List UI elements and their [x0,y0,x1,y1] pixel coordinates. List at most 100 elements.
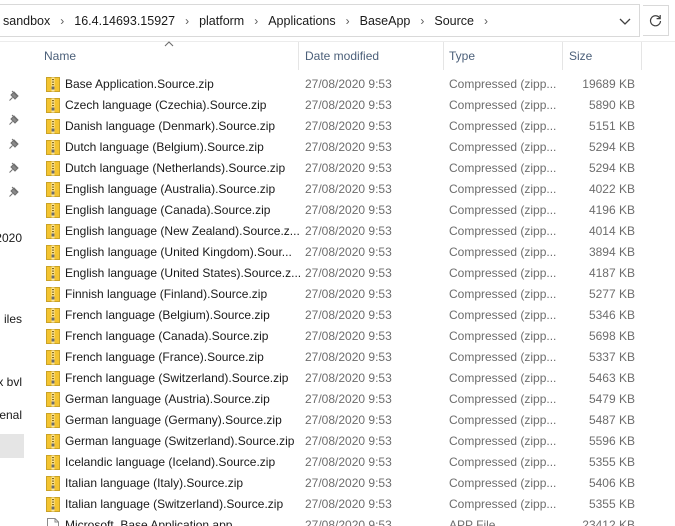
breadcrumb-item-applications[interactable]: Applications [265,14,338,28]
file-row[interactable]: Italian language (Italy).Source.zip 27/08… [44,473,644,494]
column-header-type[interactable]: Type [443,42,561,72]
file-row[interactable]: French language (Canada).Source.zip 27/08… [44,326,644,347]
file-type: Compressed (zipp... [449,497,557,511]
zip-folder-icon [46,392,60,407]
file-type: Compressed (zipp... [449,413,557,427]
file-row[interactable]: English language (Canada).Source.zip 27/0… [44,200,644,221]
file-date-modified: 27/08/2020 9:53 [305,413,392,427]
file-row[interactable]: French language (Switzerland).Source.zip… [44,368,644,389]
file-size: 4014 KB [588,224,635,238]
zip-folder-icon [46,119,60,134]
file-date-modified: 27/08/2020 9:53 [305,476,392,490]
file-date-modified: 27/08/2020 9:53 [305,98,392,112]
file-row[interactable]: Microsoft_Base Application.app 27/08/2020… [44,515,644,526]
file-row[interactable]: Icelandic language (Iceland).Source.zip 2… [44,452,644,473]
file-type: Compressed (zipp... [449,245,557,259]
file-name: Dutch language (Belgium).Source.zip [65,140,264,154]
address-history-dropdown[interactable] [612,11,638,33]
file-date-modified: 27/08/2020 9:53 [305,392,392,406]
zip-folder-icon [46,245,60,260]
pin-icon[interactable] [8,138,20,150]
file-row[interactable]: English language (United States).Source.… [44,263,644,284]
file-date-modified: 27/08/2020 9:53 [305,434,392,448]
file-name: German language (Austria).Source.zip [65,392,270,406]
file-type: Compressed (zipp... [449,161,557,175]
zip-folder-icon [46,350,60,365]
column-header-size[interactable]: Size [563,42,641,72]
chevron-right-icon[interactable]: › [53,14,71,28]
file-row[interactable]: Czech language (Czechia).Source.zip 27/08… [44,95,644,116]
file-date-modified: 27/08/2020 9:53 [305,329,392,343]
nav-item-label[interactable]: iles [4,312,22,326]
file-row[interactable]: French language (Belgium).Source.zip 27/0… [44,305,644,326]
breadcrumb: sandbox › 16.4.14693.15927 › platform › … [0,5,495,36]
file-row[interactable]: Danish language (Denmark).Source.zip 27/0… [44,116,644,137]
app-file-icon [47,518,59,526]
file-row[interactable]: Finnish language (Finland).Source.zip 27/… [44,284,644,305]
file-type: APP File [449,518,496,526]
file-row[interactable]: German language (Germany).Source.zip 27/0… [44,410,644,431]
breadcrumb-item-platform[interactable]: platform [196,14,247,28]
file-row[interactable]: English language (United Kingdom).Sour..… [44,242,644,263]
zip-folder-icon [46,434,60,449]
nav-item-label[interactable]: enal [0,408,22,422]
file-row[interactable]: Italian language (Switzerland).Source.zi… [44,494,644,515]
file-row[interactable]: English language (Australia).Source.zip 2… [44,179,644,200]
chevron-right-icon[interactable]: › [247,14,265,28]
file-size: 5596 KB [588,434,635,448]
file-row[interactable]: Dutch language (Netherlands).Source.zip 2… [44,158,644,179]
refresh-button[interactable] [643,5,669,36]
file-type: Compressed (zipp... [449,308,557,322]
pin-icon[interactable] [8,114,20,126]
column-headers: Name Date modified Type Size [24,41,675,72]
file-row[interactable]: German language (Austria).Source.zip 27/0… [44,389,644,410]
breadcrumb-item-version[interactable]: 16.4.14693.15927 [71,14,178,28]
column-header-name[interactable]: Name [38,42,296,72]
nav-item-label[interactable]: x bvl [0,375,22,389]
zip-folder-icon [46,224,60,239]
file-size: 5890 KB [588,98,635,112]
pin-icon[interactable] [8,186,20,198]
file-name: Danish language (Denmark).Source.zip [65,119,276,133]
file-size: 5294 KB [588,140,635,154]
chevron-right-icon[interactable]: › [178,14,196,28]
file-size: 19689 KB [582,77,635,91]
file-date-modified: 27/08/2020 9:53 [305,245,392,259]
chevron-right-icon[interactable]: › [477,14,495,28]
breadcrumb-item-sandbox[interactable]: sandbox [0,14,53,28]
file-date-modified: 27/08/2020 9:53 [305,266,392,280]
nav-item-label[interactable]: 2020 [0,231,22,245]
file-name: French language (Belgium).Source.zip [65,308,270,322]
file-name: Czech language (Czechia).Source.zip [65,98,267,112]
file-name: English language (United Kingdom).Sour..… [65,245,292,259]
file-row[interactable]: French language (France).Source.zip 27/08… [44,347,644,368]
file-size: 5487 KB [588,413,635,427]
file-name: English language (Canada).Source.zip [65,203,271,217]
file-list: Base Application.Source.zip 27/08/2020 9:… [24,74,675,526]
zip-folder-icon [46,371,60,386]
breadcrumb-item-baseapp[interactable]: BaseApp [357,14,414,28]
breadcrumb-item-source[interactable]: Source [431,14,477,28]
chevron-right-icon[interactable]: › [339,14,357,28]
file-row[interactable]: German language (Switzerland).Source.zip… [44,431,644,452]
file-row[interactable]: English language (New Zealand).Source.z.… [44,221,644,242]
column-divider[interactable] [641,42,642,70]
zip-folder-icon [46,161,60,176]
pin-icon[interactable] [8,90,20,102]
file-type: Compressed (zipp... [449,119,557,133]
file-row[interactable]: Dutch language (Belgium).Source.zip 27/08… [44,137,644,158]
nav-item-selected[interactable] [0,434,24,458]
file-row[interactable]: Base Application.Source.zip 27/08/2020 9:… [44,74,644,95]
zip-folder-icon [46,182,60,197]
column-header-date[interactable]: Date modified [299,42,442,72]
file-size: 5479 KB [588,392,635,406]
file-name: French language (Switzerland).Source.zip [65,371,289,385]
zip-folder-icon [46,308,60,323]
navigation-pane: 2020 iles x bvl enal [0,42,24,526]
file-name: Finnish language (Finland).Source.zip [65,287,268,301]
file-type: Compressed (zipp... [449,77,557,91]
address-bar[interactable]: sandbox › 16.4.14693.15927 › platform › … [0,4,640,37]
file-date-modified: 27/08/2020 9:53 [305,497,392,511]
pin-icon[interactable] [8,162,20,174]
chevron-right-icon[interactable]: › [413,14,431,28]
